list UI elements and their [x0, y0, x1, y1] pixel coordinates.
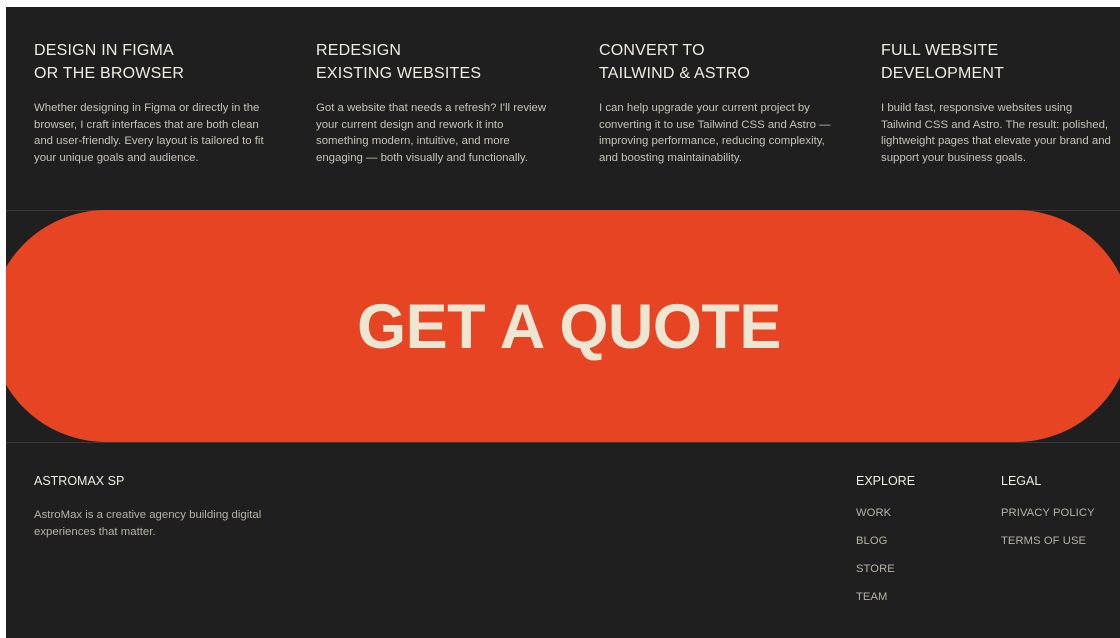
- legal-nav: LEGAL PRIVACY POLICY TERMS OF USE: [1001, 474, 1095, 559]
- footer-link-blog[interactable]: BLOG: [856, 535, 888, 547]
- explore-heading: EXPLORE: [856, 474, 916, 488]
- service-title-line1: FULL WEBSITE: [881, 42, 999, 59]
- service-title: REDESIGN EXISTING WEBSITES: [316, 39, 548, 85]
- explore-links: WORK BLOG STORE TEAM: [856, 503, 915, 615]
- explore-nav: EXPLORE WORK BLOG STORE TEAM: [856, 474, 915, 615]
- service-title: CONVERT TO TAILWIND & ASTRO: [599, 39, 831, 85]
- footer-link-terms-of-use[interactable]: TERMS OF USE: [1001, 535, 1086, 547]
- services-section: DESIGN IN FIGMA OR THE BROWSER Whether d…: [6, 7, 1120, 210]
- service-title-line2: OR THE BROWSER: [34, 65, 185, 82]
- service-title-line1: DESIGN IN FIGMA: [34, 42, 174, 59]
- service-description: Whether designing in Figma or directly i…: [34, 102, 264, 164]
- service-title-line1: REDESIGN: [316, 42, 402, 59]
- footer-link-work[interactable]: WORK: [856, 507, 891, 519]
- brand-name: ASTROMAX SP: [34, 474, 125, 488]
- service-description: Got a website that needs a refresh? I'll…: [316, 102, 547, 164]
- service-title: DESIGN IN FIGMA OR THE BROWSER: [34, 39, 266, 85]
- service-redesign: REDESIGN EXISTING WEBSITES Got a website…: [316, 39, 548, 166]
- legal-links: PRIVACY POLICY TERMS OF USE: [1001, 503, 1095, 559]
- footer: ASTROMAX SP AstroMax is a creative agenc…: [6, 443, 1120, 638]
- service-title-line1: CONVERT TO: [599, 42, 705, 59]
- get-quote-button[interactable]: GET A QUOTE: [6, 210, 1120, 442]
- legal-heading: LEGAL: [1001, 474, 1042, 488]
- get-quote-label: GET A QUOTE: [357, 292, 781, 362]
- service-title: FULL WEBSITE DEVELOPMENT: [881, 39, 1113, 85]
- service-description: I can help upgrade your current project …: [599, 102, 831, 164]
- cta-section: GET A QUOTE: [6, 210, 1120, 442]
- service-description: I build fast, responsive websites using …: [881, 102, 1111, 164]
- footer-link-store[interactable]: STORE: [856, 563, 895, 575]
- brand-description: AstroMax is a creative agency building d…: [34, 509, 262, 538]
- service-design-in-figma: DESIGN IN FIGMA OR THE BROWSER Whether d…: [34, 39, 266, 166]
- footer-link-team[interactable]: TEAM: [856, 591, 887, 603]
- service-convert-tailwind-astro: CONVERT TO TAILWIND & ASTRO I can help u…: [599, 39, 831, 166]
- service-full-website: FULL WEBSITE DEVELOPMENT I build fast, r…: [881, 39, 1113, 166]
- footer-link-privacy-policy[interactable]: PRIVACY POLICY: [1001, 507, 1095, 519]
- service-title-line2: TAILWIND & ASTRO: [599, 65, 751, 82]
- page: DESIGN IN FIGMA OR THE BROWSER Whether d…: [6, 7, 1120, 638]
- service-title-line2: EXISTING WEBSITES: [316, 65, 482, 82]
- service-title-line2: DEVELOPMENT: [881, 65, 1005, 82]
